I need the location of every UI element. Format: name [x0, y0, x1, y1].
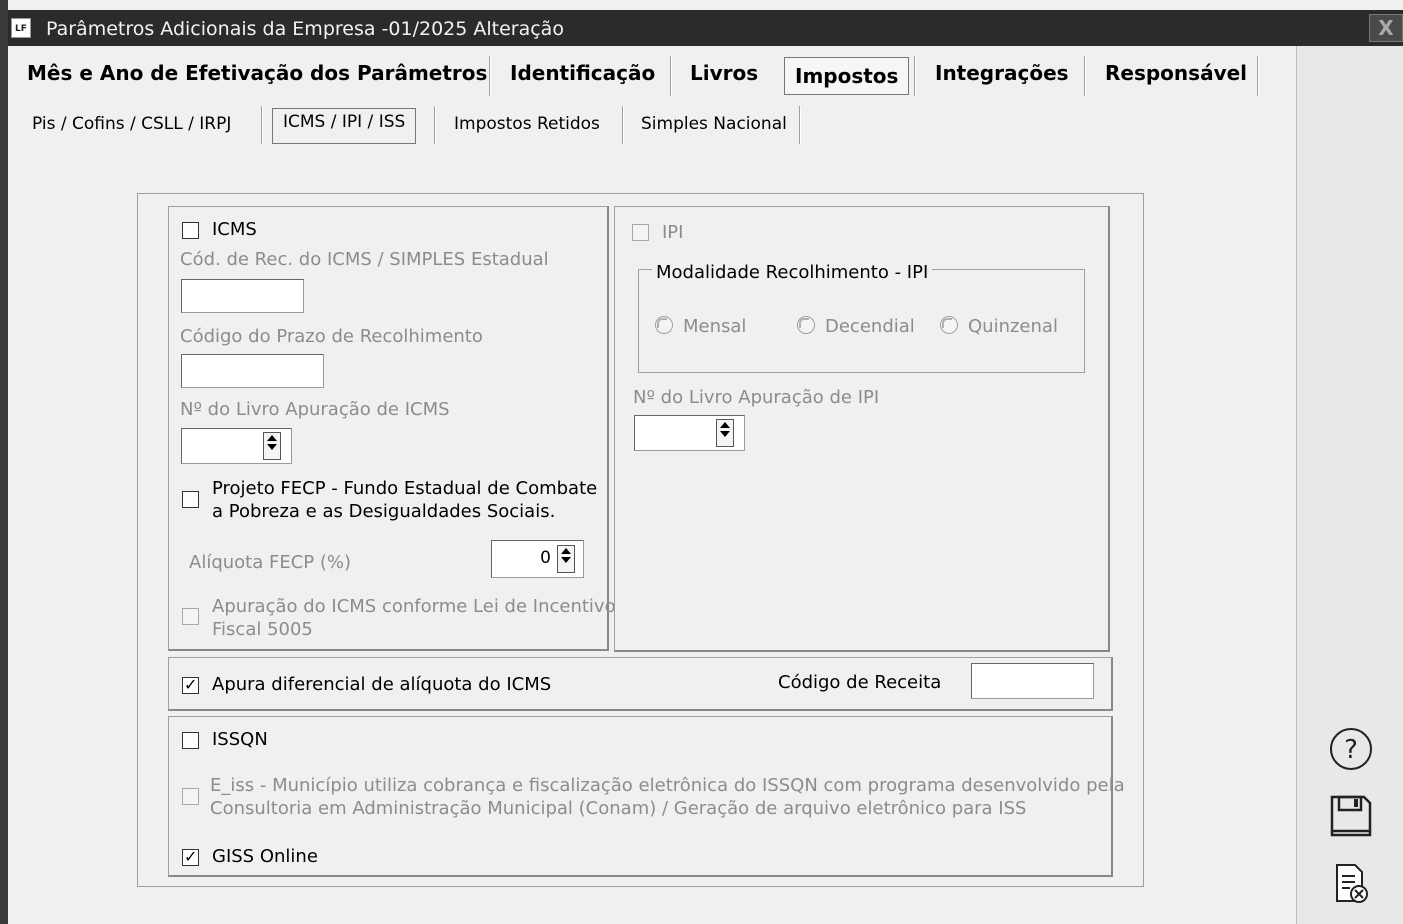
icms-checkbox[interactable] [182, 222, 199, 239]
cod-rec-input[interactable] [181, 279, 304, 313]
cancel-document-icon [1336, 864, 1368, 903]
subtab-divider [261, 106, 263, 144]
subtab-pis-cofins[interactable]: Pis / Cofins / CSLL / IRPJ [32, 112, 231, 144]
subtab-simples-nacional[interactable]: Simples Nacional [641, 112, 787, 144]
tab-divider [1257, 56, 1259, 96]
window-title: Parâmetros Adicionais da Empresa -01/202… [46, 18, 564, 40]
subtab-impostos-retidos[interactable]: Impostos Retidos [454, 112, 600, 144]
livro-icms-stepper[interactable] [263, 432, 281, 460]
eiss-checkbox[interactable] [182, 788, 199, 805]
issqn-label: ISSQN [212, 729, 268, 750]
tab-divider [914, 56, 916, 96]
close-button[interactable]: X [1369, 14, 1403, 42]
subtab-divider [799, 106, 801, 144]
difal-label: Apura diferencial de alíquota do ICMS [212, 674, 552, 695]
livro-ipi-stepper[interactable] [716, 419, 734, 447]
tab-responsavel[interactable]: Responsável [1105, 55, 1247, 95]
save-button[interactable] [1325, 791, 1377, 841]
radio-mensal[interactable] [655, 316, 673, 334]
radio-quinzenal[interactable] [940, 316, 958, 334]
livro-icms-label: Nº do Livro Apuração de ICMS [180, 399, 450, 420]
tab-impostos[interactable]: Impostos [784, 57, 910, 95]
tab-livros[interactable]: Livros [690, 55, 758, 95]
issqn-checkbox[interactable] [182, 732, 199, 749]
incentivo-checkbox[interactable] [182, 608, 199, 625]
title-bar: LF Parâmetros Adicionais da Empresa -01/… [8, 10, 1403, 46]
fecp-label-line2: a Pobreza e as Desigualdades Sociais. [212, 501, 556, 522]
difal-checkbox[interactable]: ✓ [182, 675, 199, 694]
modalidade-title: Modalidade Recolhimento - IPI [652, 262, 933, 283]
livro-ipi-label: Nº do Livro Apuração de IPI [633, 387, 880, 408]
codigo-receita-input[interactable] [971, 663, 1094, 699]
ipi-label: IPI [662, 222, 684, 243]
subtab-divider [434, 106, 436, 144]
cod-rec-label: Cód. de Rec. do ICMS / SIMPLES Estadual [180, 249, 549, 270]
svg-text:?: ? [1344, 735, 1358, 765]
aliquota-fecp-label: Alíquota FECP (%) [189, 552, 351, 573]
codigo-receita-label: Código de Receita [778, 672, 942, 693]
tab-divider [670, 56, 672, 96]
radio-decendial[interactable] [797, 316, 815, 334]
tab-divider [489, 56, 491, 96]
giss-label: GISS Online [212, 846, 318, 867]
fecp-label-line1: Projeto FECP - Fundo Estadual de Combate [212, 478, 598, 499]
app-logo-icon: LF [11, 18, 31, 38]
window-frame [0, 0, 8, 924]
prazo-input[interactable] [181, 354, 324, 388]
eiss-label-line2: Consultoria em Administração Municipal (… [210, 798, 1027, 819]
save-icon [1330, 795, 1372, 837]
tab-identificacao[interactable]: Identificação [510, 55, 655, 95]
giss-checkbox[interactable]: ✓ [182, 847, 199, 866]
tab-integracoes[interactable]: Integrações [935, 55, 1069, 95]
incentivo-label-line1: Apuração do ICMS conforme Lei de Incenti… [212, 596, 616, 617]
aliquota-fecp-stepper[interactable] [557, 545, 575, 573]
tab-divider [1084, 56, 1086, 96]
help-button[interactable]: ? [1325, 724, 1377, 774]
incentivo-label-line2: Fiscal 5005 [212, 619, 313, 640]
ipi-checkbox[interactable] [632, 224, 649, 241]
fecp-checkbox[interactable] [182, 491, 199, 508]
tab-mes-ano[interactable]: Mês e Ano de Efetivação dos Parâmetros [27, 55, 487, 95]
aliquota-fecp-value: 0 [540, 548, 551, 568]
radio-decendial-label: Decendial [825, 316, 915, 337]
cancel-button[interactable] [1325, 859, 1377, 909]
icms-label: ICMS [212, 219, 257, 240]
subtab-icms-ipi-iss[interactable]: ICMS / IPI / ISS [272, 108, 417, 144]
subtab-divider [622, 106, 624, 144]
radio-mensal-label: Mensal [683, 316, 747, 337]
eiss-label-line1: E_iss - Município utiliza cobrança e fis… [210, 775, 1125, 796]
radio-quinzenal-label: Quinzenal [968, 316, 1058, 337]
prazo-label: Código do Prazo de Recolhimento [180, 326, 483, 347]
help-icon: ? [1330, 728, 1372, 770]
